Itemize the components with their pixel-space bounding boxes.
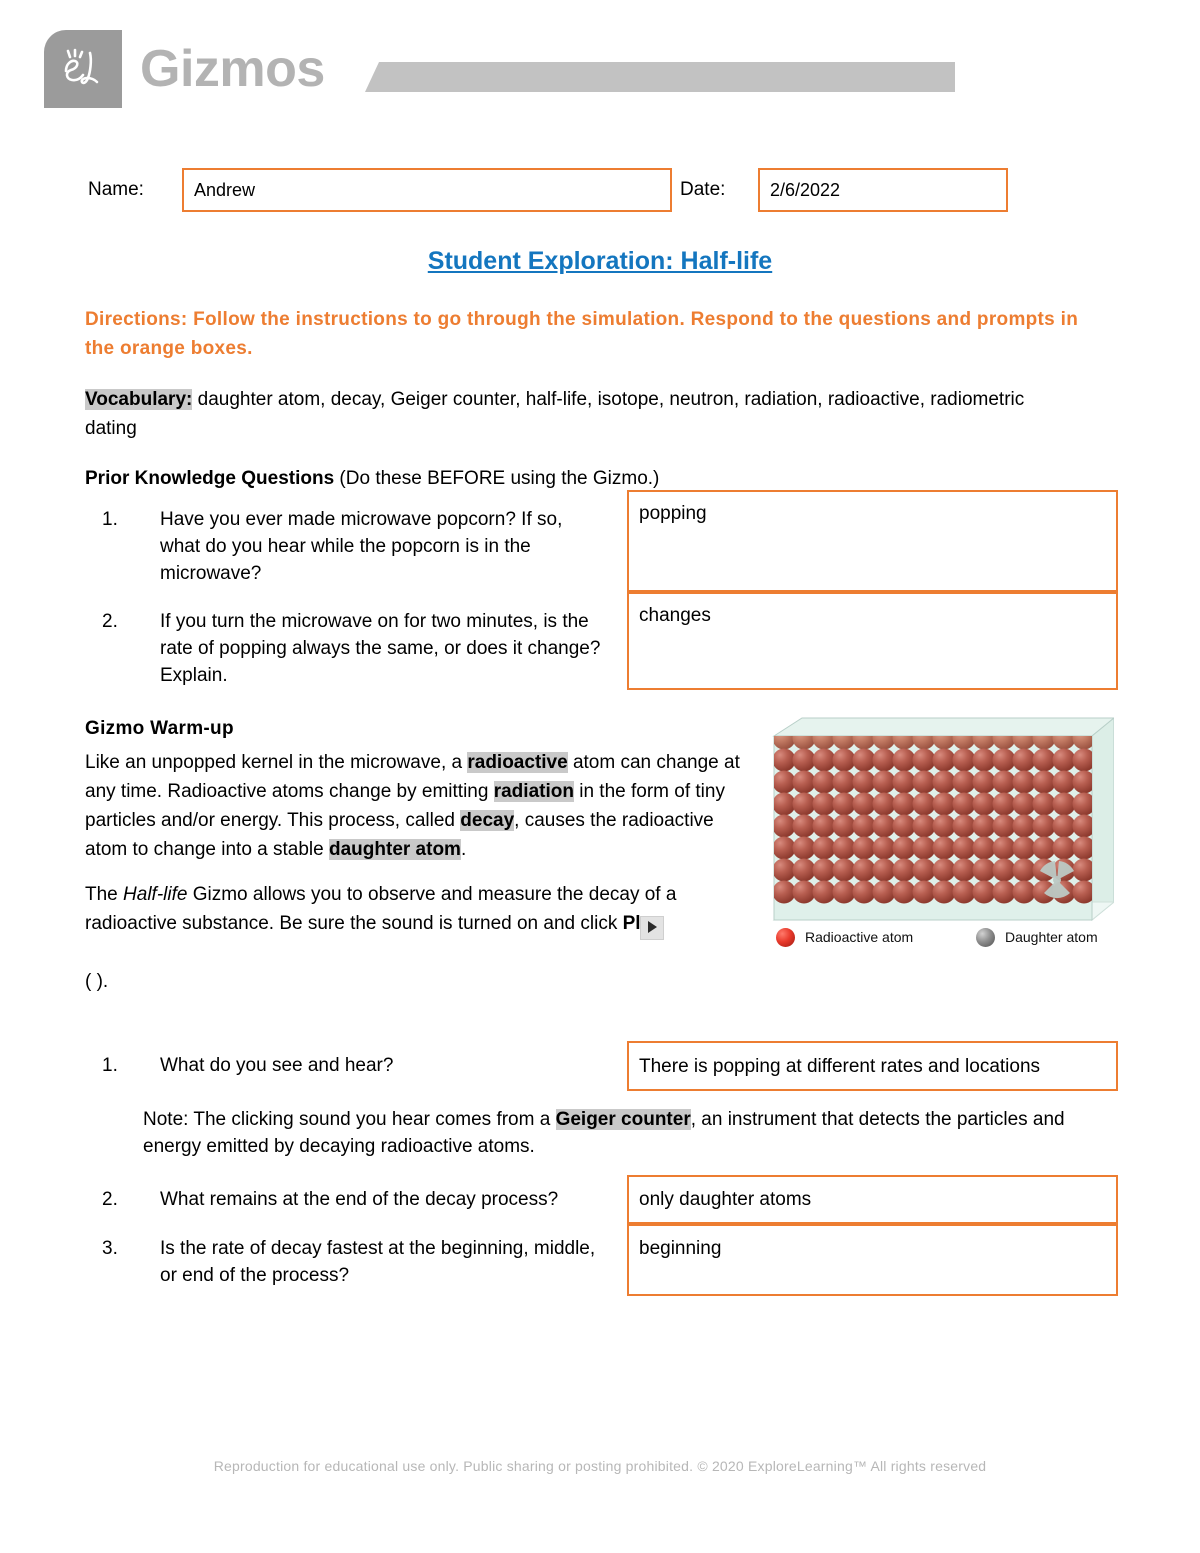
warmup-question-2-text: What remains at the end of the decay pro… bbox=[160, 1189, 559, 1210]
warmup-question-1-number: 1. bbox=[102, 1055, 118, 1076]
date-input[interactable]: 2/6/2022 bbox=[758, 168, 1008, 212]
name-label: Name: bbox=[88, 179, 144, 200]
legend-item-daughter: Daughter atom bbox=[976, 924, 1098, 950]
grey-sphere-icon bbox=[976, 927, 995, 947]
warmup-p2-seg-a: The bbox=[85, 884, 124, 905]
warmup-answer-1-box[interactable]: There is popping at different rates and … bbox=[627, 1041, 1118, 1091]
vocabulary-label: Vocabulary: bbox=[85, 389, 193, 410]
half-life-simulation-image bbox=[762, 708, 1116, 956]
play-button-icon[interactable] bbox=[639, 915, 664, 940]
warmup-question-1-text: What do you see and hear? bbox=[160, 1055, 394, 1076]
warmup-answer-3-box[interactable]: beginning bbox=[627, 1224, 1118, 1296]
gizmo-warmup-paragraph-1: Like an unpopped kernel in the microwave… bbox=[85, 748, 743, 864]
header-accent-bar bbox=[365, 62, 955, 92]
warmup-question-1: 1. What do you see and hear? bbox=[102, 1052, 602, 1079]
legend-item-radioactive: Radioactive atom bbox=[776, 924, 913, 950]
warmup-question-2-number: 2. bbox=[102, 1189, 118, 1210]
red-sphere-icon bbox=[776, 927, 795, 947]
term-radioactive: radioactive bbox=[467, 752, 568, 773]
note-seg-a: Note: The clicking sound you hear comes … bbox=[143, 1109, 556, 1130]
warmup-question-3-text: Is the rate of decay fastest at the begi… bbox=[160, 1238, 596, 1286]
gizmo-name-italic: Half-life bbox=[123, 884, 188, 905]
gizmos-el-monogram-icon bbox=[44, 30, 122, 108]
legend-label-daughter: Daughter atom bbox=[1005, 929, 1098, 945]
legend-label-radioactive: Radioactive atom bbox=[805, 929, 914, 945]
gizmo-warmup-paragraph-2: The Half-life Gizmo allows you to observ… bbox=[85, 880, 743, 940]
pk-question-2-number: 2. bbox=[102, 611, 118, 632]
page-title: Student Exploration: Half-life bbox=[427, 247, 773, 275]
warmup-question-3: 3. Is the rate of decay fastest at the b… bbox=[102, 1235, 612, 1289]
pk-question-1: 1. Have you ever made microwave popcorn?… bbox=[102, 506, 602, 587]
prior-knowledge-heading: Prior Knowledge Questions (Do these BEFO… bbox=[85, 466, 659, 492]
pk-answer-2-box[interactable]: changes bbox=[627, 592, 1118, 690]
pk-question-1-text: Have you ever made microwave popcorn? If… bbox=[160, 509, 563, 584]
warmup-question-2: 2. What remains at the end of the decay … bbox=[102, 1186, 612, 1213]
date-label: Date: bbox=[680, 179, 726, 200]
term-decay: decay bbox=[460, 810, 515, 831]
page-header: Gizmos bbox=[0, 0, 1200, 130]
play-icon-placeholder-parens: ( ). bbox=[85, 971, 109, 992]
gizmo-warmup-heading: Gizmo Warm-up bbox=[85, 718, 234, 739]
warmup-question-3-number: 3. bbox=[102, 1238, 118, 1259]
term-daughter-atom: daughter atom bbox=[329, 839, 461, 860]
warmup-p1-seg-e: . bbox=[460, 839, 467, 860]
gizmos-wordmark: Gizmos bbox=[140, 40, 325, 98]
vocabulary-line: Vocabulary: daughter atom, decay, Geiger… bbox=[85, 385, 1065, 443]
pk-question-1-number: 1. bbox=[102, 509, 118, 530]
footer-copyright: Reproduction for educational use only. P… bbox=[213, 1458, 987, 1474]
vocabulary-terms: daughter atom, decay, Geiger counter, ha… bbox=[85, 389, 1025, 439]
term-geiger-counter: Geiger counter bbox=[555, 1109, 691, 1130]
term-radiation: radiation bbox=[493, 781, 574, 802]
warmup-answer-2-box[interactable]: only daughter atoms bbox=[627, 1175, 1118, 1224]
gizmo-legend: Radioactive atom Daughter atom bbox=[772, 924, 1112, 950]
directions-text: Directions: Follow the instructions to g… bbox=[85, 309, 1079, 359]
prior-knowledge-heading-bold: Prior Knowledge Questions bbox=[85, 468, 335, 489]
pk-question-2-text: If you turn the microwave on for two min… bbox=[160, 611, 601, 686]
geiger-counter-note: Note: The clicking sound you hear comes … bbox=[143, 1106, 1118, 1160]
name-date-row: Name: Andrew Date: 2/6/2022 bbox=[88, 168, 1112, 218]
pk-answer-1-box[interactable]: popping bbox=[627, 490, 1118, 592]
name-input[interactable]: Andrew bbox=[182, 168, 672, 212]
prior-knowledge-heading-rest: (Do these BEFORE using the Gizmo.) bbox=[334, 468, 660, 489]
pk-question-2: 2. If you turn the microwave on for two … bbox=[102, 608, 602, 689]
warmup-p1-seg-a: Like an unpopped kernel in the microwave… bbox=[85, 752, 468, 773]
